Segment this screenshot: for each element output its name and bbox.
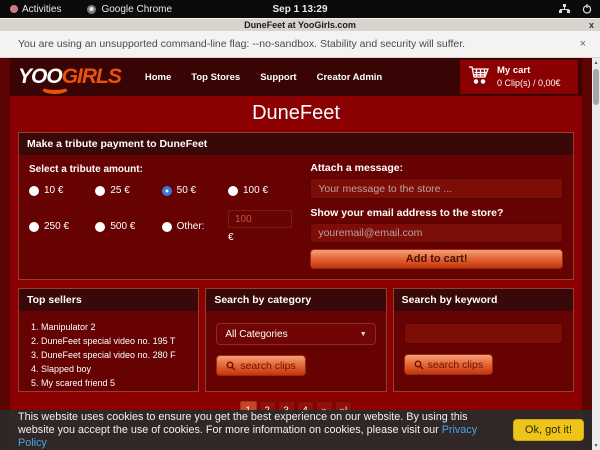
amount-option-100[interactable]: 100 €	[228, 185, 294, 196]
top-seller-item[interactable]: Manipulator 2	[41, 320, 198, 334]
radio-icon	[162, 222, 172, 232]
top-seller-item[interactable]: DuneFeet special video no. 195 T	[41, 334, 198, 348]
cart-icon	[468, 65, 490, 90]
chevron-down-icon: ▼	[360, 331, 367, 338]
search-category-panel: Search by category All Categories ▼ sear…	[205, 288, 386, 392]
cookie-ok-button[interactable]: Ok, got it!	[513, 419, 584, 441]
logo-text-2: GIRLS	[62, 66, 121, 88]
amount-option-label: 250 €	[44, 221, 69, 232]
content-wrapper: YOOGIRLS Home Top Stores Support Creator…	[10, 58, 582, 450]
other-amount-input[interactable]	[228, 210, 292, 228]
activities-icon	[10, 5, 18, 13]
nav-item-creator-admin[interactable]: Creator Admin	[317, 72, 383, 83]
notification-bar: You are using an unsupported command-lin…	[0, 31, 600, 58]
chrome-icon	[87, 5, 96, 14]
amount-option-other[interactable]: Other:	[162, 210, 228, 243]
cart-status: 0 Clip(s) / 0,00€	[497, 77, 561, 89]
top-seller-item[interactable]: My scared friend 5	[41, 376, 198, 390]
top-seller-item[interactable]: DuneFeet special video no. 280 F	[41, 348, 198, 362]
amount-options: 10 € 25 € 50 € 100 € 250 € 500 € Other: …	[29, 185, 294, 243]
amount-option-10[interactable]: 10 €	[29, 185, 95, 196]
activities-label: Activities	[22, 4, 61, 15]
nav-item-home[interactable]: Home	[145, 72, 171, 83]
keyword-input[interactable]	[404, 323, 563, 344]
scrollbar[interactable]: ▲ ▼	[592, 58, 600, 450]
search-clips-label: search clips	[428, 359, 483, 371]
amount-option-label: 100 €	[243, 185, 268, 196]
system-bar: Activities Google Chrome Sep 1 13:29	[0, 0, 600, 18]
amount-option-label: Other:	[177, 221, 205, 232]
notification-close-icon[interactable]: ×	[580, 38, 586, 50]
logo-smile-icon	[40, 80, 70, 94]
amount-option-50[interactable]: 50 €	[162, 185, 228, 196]
page-title: DuneFeet	[10, 96, 582, 129]
message-label: Attach a message:	[310, 162, 563, 174]
cookie-text-body: This website uses cookies to ensure you …	[18, 411, 468, 436]
amount-option-250[interactable]: 250 €	[29, 210, 95, 243]
category-select[interactable]: All Categories ▼	[216, 323, 375, 345]
amount-option-label: 500 €	[110, 221, 135, 232]
activities-button[interactable]: Activities	[10, 4, 61, 15]
radio-icon	[95, 222, 105, 232]
top-sellers-panel: Top sellers Manipulator 2 DuneFeet speci…	[18, 288, 199, 392]
search-clips-keyword-button[interactable]: search clips	[404, 354, 493, 375]
message-input[interactable]	[310, 178, 563, 199]
site-logo[interactable]: YOOGIRLS	[18, 66, 121, 88]
app-menu-google-chrome[interactable]: Google Chrome	[87, 4, 172, 15]
top-seller-item[interactable]: Slapped boy	[41, 362, 198, 376]
scroll-down-icon[interactable]: ▼	[592, 441, 600, 450]
window-close-icon[interactable]: x	[589, 20, 594, 30]
radio-icon	[162, 186, 172, 196]
cookie-consent-bar: This website uses cookies to ensure you …	[0, 410, 592, 450]
add-to-cart-button[interactable]: Add to cart!	[310, 249, 563, 269]
amount-option-label: 50 €	[177, 185, 196, 196]
nav-item-top-stores[interactable]: Top Stores	[191, 72, 240, 83]
tribute-panel: Make a tribute payment to DuneFeet Selec…	[18, 132, 574, 280]
search-category-header: Search by category	[206, 289, 385, 311]
currency-symbol: €	[228, 232, 294, 243]
amount-option-label: 25 €	[110, 185, 129, 196]
window-title: DuneFeet at YooGirls.com	[244, 20, 356, 30]
top-sellers-list: Manipulator 2 DuneFeet special video no.…	[41, 320, 198, 390]
radio-icon	[29, 222, 39, 232]
my-cart-button[interactable]: My cart 0 Clip(s) / 0,00€	[460, 60, 578, 94]
nav-item-support[interactable]: Support	[260, 72, 296, 83]
site-header: YOOGIRLS Home Top Stores Support Creator…	[10, 58, 582, 96]
radio-icon	[29, 186, 39, 196]
search-keyword-header: Search by keyword	[394, 289, 573, 311]
network-icon[interactable]	[559, 4, 570, 14]
search-icon	[414, 360, 424, 370]
search-clips-label: search clips	[240, 360, 295, 372]
category-select-value: All Categories	[225, 329, 287, 340]
search-keyword-panel: Search by keyword search clips	[393, 288, 574, 392]
power-icon[interactable]	[582, 4, 592, 14]
scrollbar-thumb[interactable]	[593, 69, 599, 105]
radio-icon	[95, 186, 105, 196]
amount-option-25[interactable]: 25 €	[95, 185, 161, 196]
browser-viewport: YOOGIRLS Home Top Stores Support Creator…	[0, 58, 600, 450]
tribute-panel-header: Make a tribute payment to DuneFeet	[19, 133, 573, 155]
screen: Activities Google Chrome Sep 1 13:29 Dun…	[0, 0, 600, 450]
notification-text: You are using an unsupported command-lin…	[18, 38, 580, 50]
radio-icon	[228, 186, 238, 196]
app-menu-label: Google Chrome	[101, 4, 172, 15]
cart-title: My cart	[497, 65, 561, 77]
amount-label: Select a tribute amount:	[29, 164, 294, 175]
email-input[interactable]	[310, 223, 563, 243]
cookie-text: This website uses cookies to ensure you …	[18, 411, 503, 450]
scroll-up-icon[interactable]: ▲	[592, 58, 600, 67]
search-clips-category-button[interactable]: search clips	[216, 355, 305, 376]
top-sellers-header: Top sellers	[19, 289, 198, 311]
amount-option-label: 10 €	[44, 185, 63, 196]
main-nav: Home Top Stores Support Creator Admin	[145, 72, 382, 83]
search-icon	[226, 361, 236, 371]
email-label: Show your email address to the store?	[310, 207, 563, 219]
window-title-bar: DuneFeet at YooGirls.com x	[0, 18, 600, 31]
clock[interactable]: Sep 1 13:29	[272, 4, 327, 15]
amount-option-500[interactable]: 500 €	[95, 210, 161, 243]
